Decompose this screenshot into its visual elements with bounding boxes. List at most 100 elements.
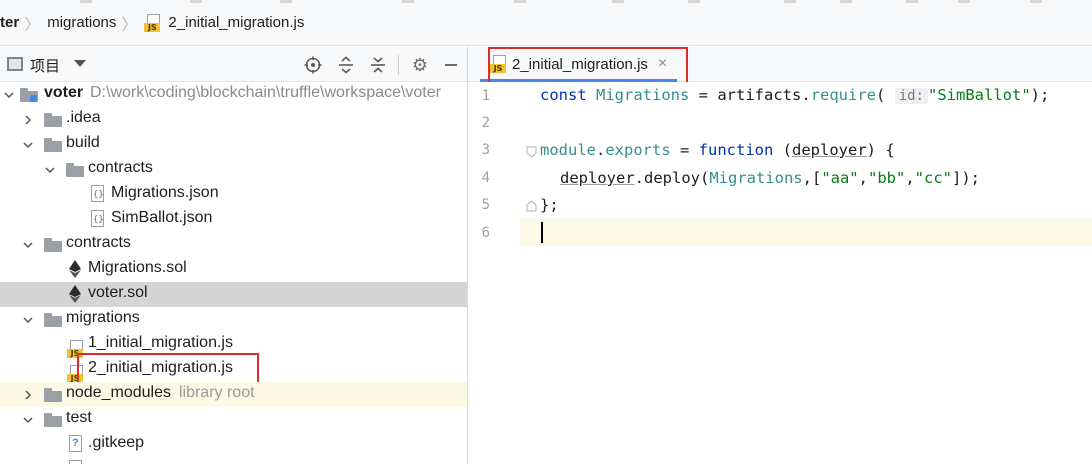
tree-item-simballot-json[interactable]: {} SimBallot.json: [0, 207, 467, 232]
folder-icon: [44, 386, 62, 404]
code-token: =: [689, 86, 718, 104]
fold-marker-icon[interactable]: [526, 199, 537, 212]
code-editor[interactable]: 1 2 3 4 5 6 const Migrations = artifacts…: [468, 82, 1092, 464]
code-token: ) {: [866, 141, 895, 159]
tree-root-voter[interactable]: voter D:\work\coding\blockchain\truffle\…: [0, 82, 467, 107]
tree-item-idea[interactable]: .idea: [0, 107, 467, 132]
expand-all-icon[interactable]: [336, 55, 356, 75]
current-line-highlight: [468, 219, 1092, 246]
tree-item-label: voter.sol: [88, 284, 148, 301]
tree-item-contracts[interactable]: contracts: [0, 232, 467, 257]
code-token: (: [876, 86, 886, 104]
module-folder-icon: [20, 86, 38, 104]
chevron-right-icon[interactable]: [22, 114, 34, 126]
code-token: function: [698, 141, 774, 159]
chevron-down-icon[interactable]: [74, 60, 86, 67]
tree-item-test[interactable]: test: [0, 407, 467, 432]
tree-item-label: migrations: [66, 309, 140, 326]
code-token: .deploy(: [634, 169, 710, 187]
code-line-5: };: [540, 196, 559, 214]
folder-icon: [44, 236, 62, 254]
tree-item-label-group: node_modules library root: [66, 384, 255, 402]
file-icon: [67, 460, 85, 464]
code-token: "SimBallot": [928, 86, 1031, 104]
locate-icon[interactable]: [303, 55, 323, 75]
tree-root-label: voter: [44, 84, 84, 101]
project-panel-title: 项目: [30, 58, 61, 75]
tree-item-label: contracts: [88, 159, 153, 176]
chevron-down-icon[interactable]: [44, 164, 56, 176]
minimize-icon[interactable]: [441, 55, 461, 75]
chevron-down-icon[interactable]: [22, 139, 34, 151]
code-token: ,[: [802, 169, 822, 187]
tree-item-voter-sol[interactable]: voter.sol: [0, 282, 467, 307]
folder-icon: [44, 136, 62, 154]
code-token: "cc": [914, 169, 952, 187]
highlight-box: [488, 47, 688, 85]
tree-item-label: contracts: [66, 234, 131, 251]
folder-icon: [44, 111, 62, 129]
chevron-down-icon[interactable]: [3, 89, 15, 101]
tree-item-label: Migrations.sol: [88, 259, 187, 276]
code-line-1: const Migrations = artifacts.require( id…: [540, 86, 1049, 104]
ethereum-icon: [67, 260, 85, 278]
line-number-gutter: 1 2 3 4 5 6: [468, 82, 520, 464]
chevron-down-icon[interactable]: [22, 239, 34, 251]
tree-item-label: .gitkeep: [88, 434, 145, 451]
line-number: 3: [481, 142, 490, 158]
breadcrumb-separator-icon: 〉: [24, 16, 41, 34]
breadcrumb-label: 2_initial_migration.js: [168, 14, 305, 31]
line-number: 5: [481, 197, 490, 213]
tree-item-migrations-sol[interactable]: Migrations.sol: [0, 257, 467, 282]
code-token: artifacts: [717, 86, 802, 104]
code-token: deployer: [792, 141, 867, 159]
project-view-icon: [7, 57, 23, 71]
tree-item-label: Migrations.json: [111, 184, 219, 201]
code-token: module: [540, 141, 596, 159]
code-token: .: [801, 86, 811, 104]
project-tree: voter D:\work\coding\blockchain\truffle\…: [0, 82, 467, 464]
code-token: };: [540, 196, 559, 214]
code-line-3: module.exports = function (deployer) {: [540, 141, 895, 159]
tree-item-label: .idea: [66, 109, 101, 126]
collapse-all-icon[interactable]: [368, 55, 388, 75]
tree-item-build[interactable]: build: [0, 132, 467, 157]
code-token: "bb": [867, 169, 906, 187]
tree-item-node-modules[interactable]: node_modules library root: [0, 382, 467, 407]
tree-item-build-contracts[interactable]: contracts: [0, 157, 467, 182]
chevron-right-icon[interactable]: [22, 389, 34, 401]
breadcrumb-label: migrations: [47, 14, 117, 31]
tree-item-label: 1_initial_migration.js: [88, 334, 233, 351]
breadcrumb-separator-icon: 〉: [121, 16, 138, 34]
ethereum-icon: [67, 285, 85, 303]
code-token: );: [1030, 86, 1050, 104]
code-token: const: [540, 86, 587, 104]
code-token: .: [596, 141, 606, 159]
code-line-4: deployer.deploy(Migrations,["aa","bb","c…: [560, 169, 980, 187]
tree-item-label: test: [66, 409, 92, 426]
project-panel-header: 项目 ⚙: [0, 47, 467, 82]
code-token: ]);: [951, 169, 980, 187]
line-number: 4: [481, 170, 490, 186]
gear-icon[interactable]: ⚙: [410, 55, 430, 75]
fold-marker-icon[interactable]: [526, 145, 537, 158]
tree-item-migrations[interactable]: migrations: [0, 307, 467, 332]
breadcrumb-label: ter: [0, 14, 20, 31]
tree-item-migrations-json[interactable]: {} Migrations.json: [0, 182, 467, 207]
folder-icon: [44, 411, 62, 429]
editor-tab-bar: JS 2_initial_migration.js ×: [468, 47, 1092, 85]
library-root-hint: library root: [178, 384, 255, 401]
breadcrumb: ter 〉 migrations 〉 JS 2_initial_migratio…: [0, 0, 1092, 46]
chevron-down-icon[interactable]: [22, 314, 34, 326]
code-token: Migrations: [596, 86, 690, 104]
line-number: 2: [481, 115, 490, 131]
chevron-down-icon[interactable]: [22, 414, 34, 426]
tree-item-gitkeep[interactable]: ? .gitkeep: [0, 432, 467, 457]
line-number: 6: [481, 225, 490, 241]
breadcrumb-item-file[interactable]: JS 2_initial_migration.js: [144, 0, 304, 45]
breadcrumb-item-voter[interactable]: ter: [0, 0, 19, 45]
breadcrumb-item-migrations[interactable]: migrations: [47, 0, 116, 45]
tree-root-path: D:\work\coding\blockchain\truffle\worksp…: [90, 84, 441, 101]
code-token: (: [773, 141, 792, 159]
tree-item-label: SimBallot.json: [111, 209, 213, 226]
